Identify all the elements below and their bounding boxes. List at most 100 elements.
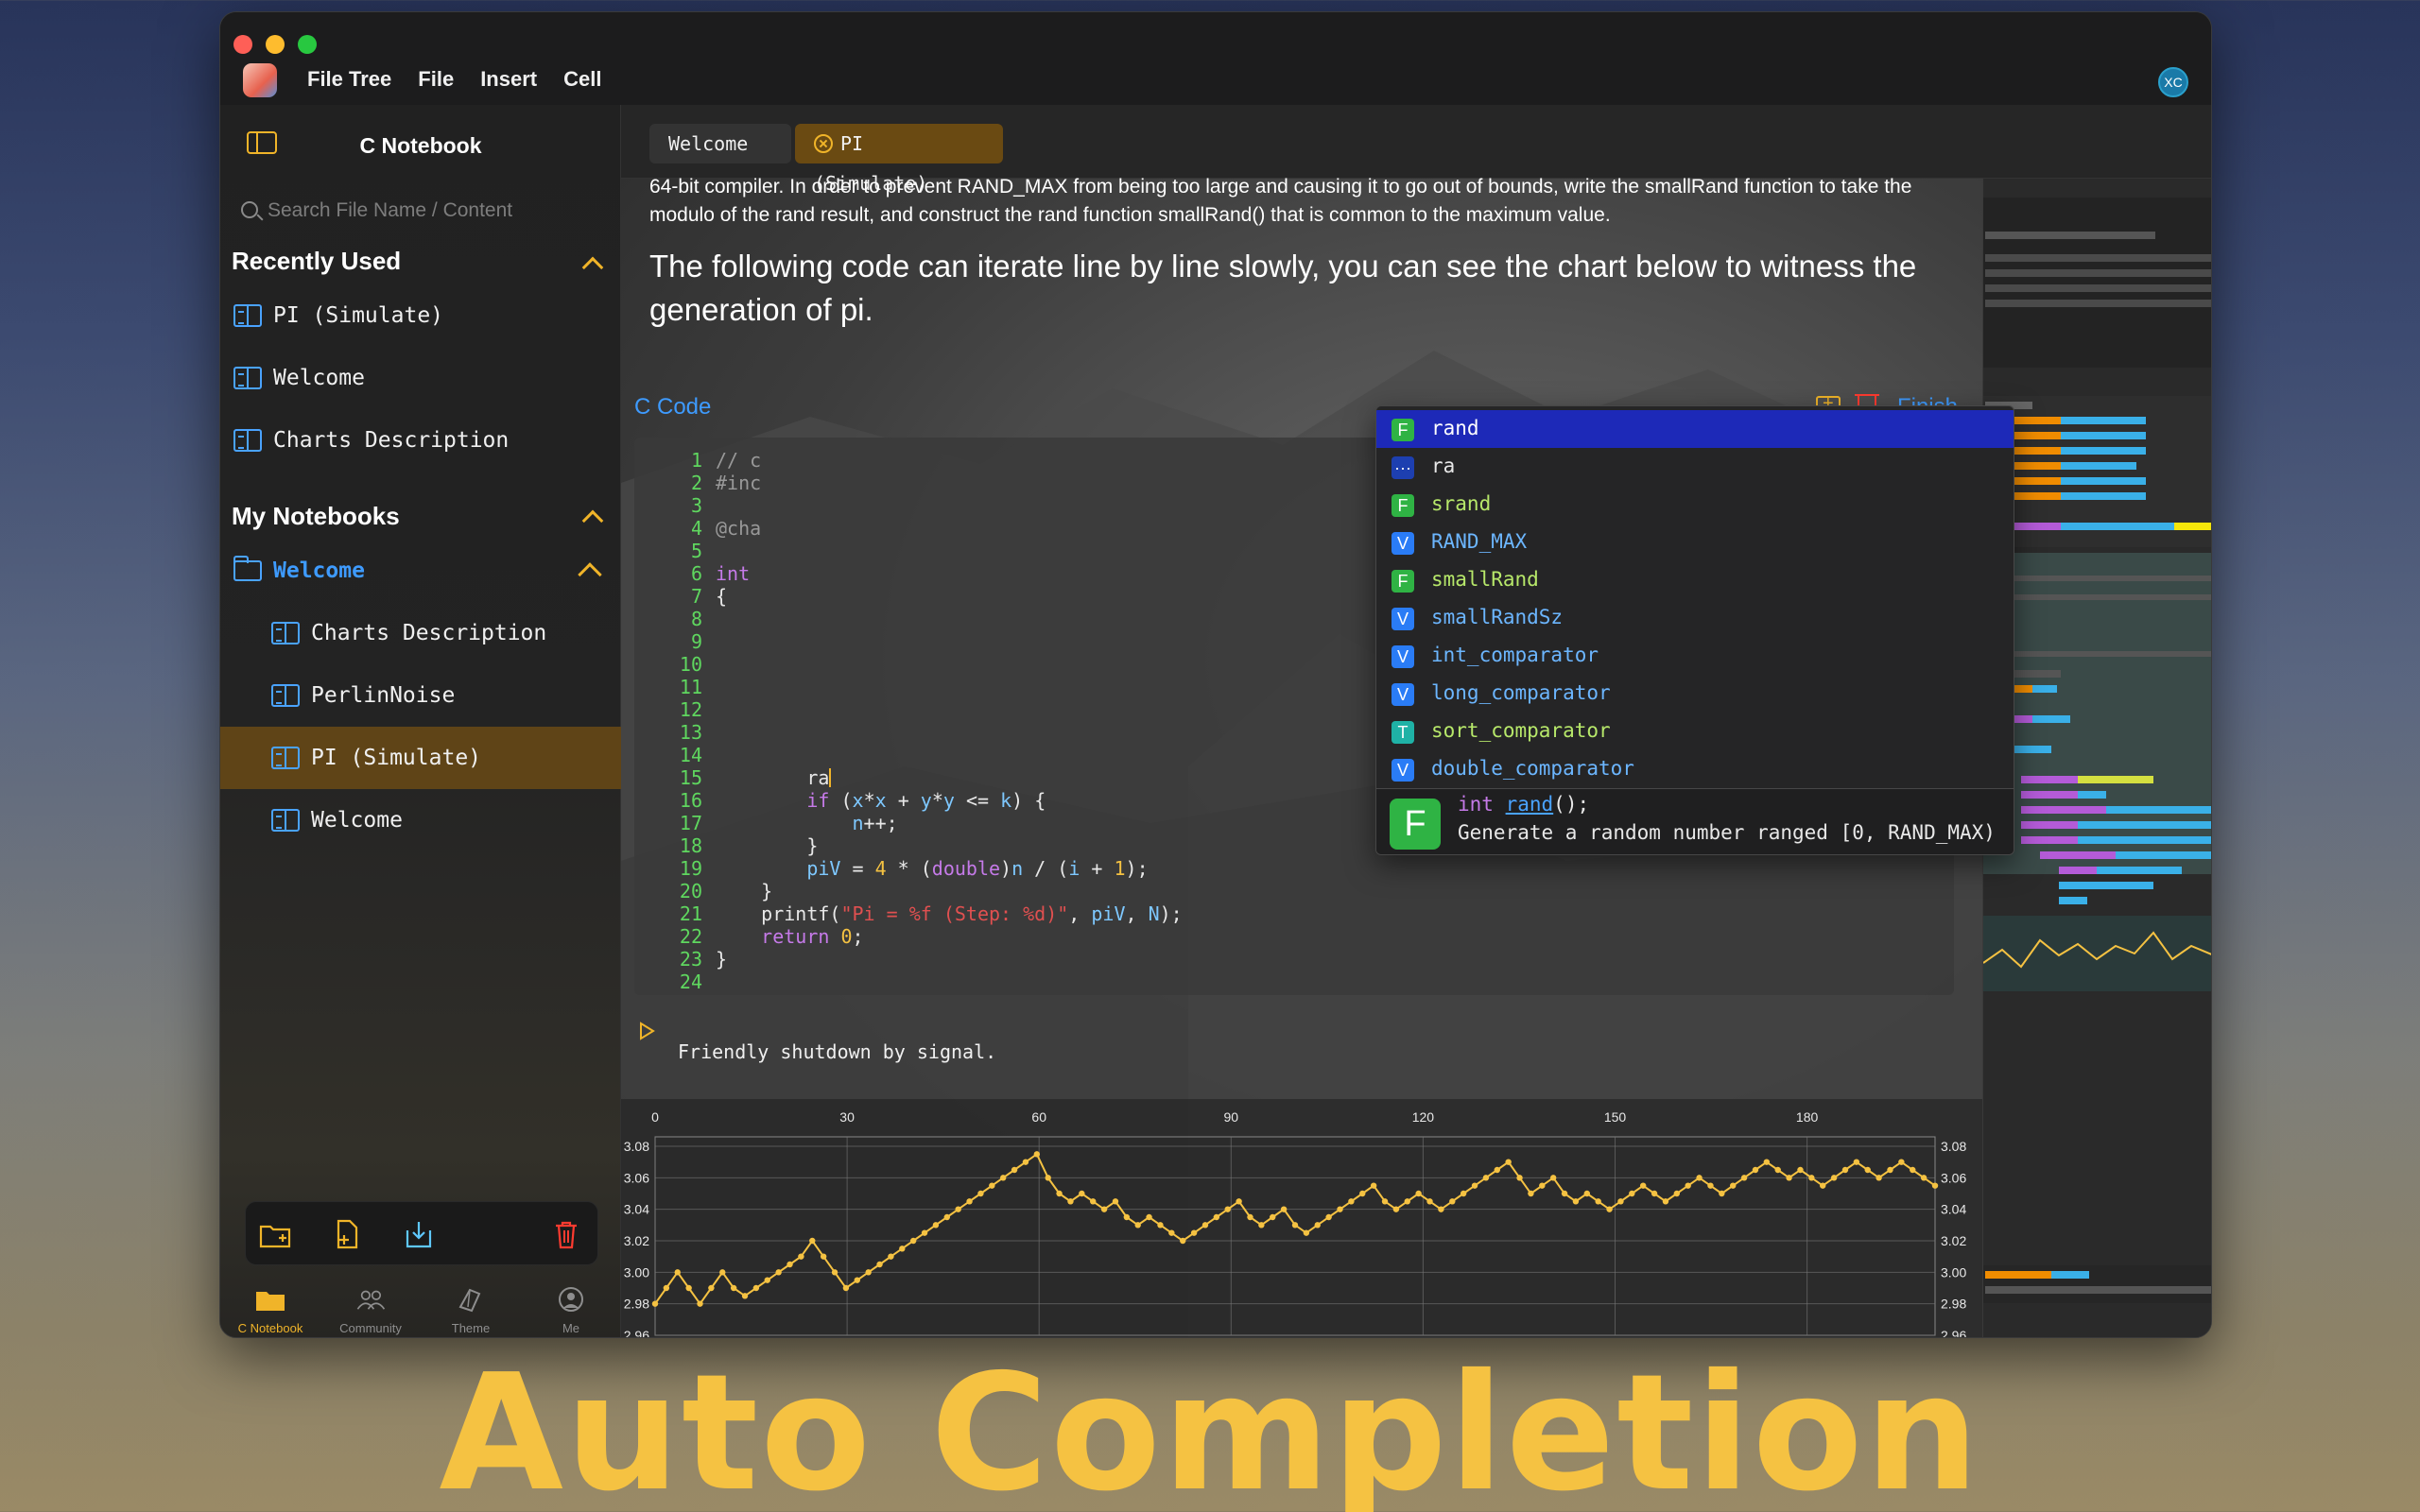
data-point bbox=[1730, 1182, 1737, 1189]
autocomplete-item-label: smallRandSz bbox=[1431, 606, 1564, 628]
data-point bbox=[651, 1300, 659, 1307]
code-text: #inc bbox=[716, 472, 762, 494]
data-point bbox=[685, 1284, 692, 1292]
app-logo-icon bbox=[243, 63, 277, 97]
notebook-item-pi-simulate[interactable]: PI (Simulate) bbox=[220, 727, 621, 789]
recent-item-charts-description[interactable]: Charts Description bbox=[233, 409, 509, 472]
data-point bbox=[1134, 1222, 1141, 1228]
chevron-up-icon[interactable] bbox=[581, 509, 604, 532]
data-point bbox=[1898, 1159, 1905, 1165]
tab-label: C Notebook bbox=[237, 1321, 303, 1335]
data-point bbox=[1392, 1206, 1400, 1212]
recent-item-welcome[interactable]: Welcome bbox=[233, 347, 365, 409]
line-number: 2 bbox=[690, 472, 702, 494]
autocomplete-item-label: sort_comparator bbox=[1431, 719, 1611, 742]
data-point bbox=[909, 1237, 917, 1245]
line-number: 15 bbox=[679, 766, 702, 789]
notebook-item-welcome[interactable]: Welcome bbox=[271, 789, 403, 851]
chevron-up-icon[interactable] bbox=[581, 256, 604, 279]
autocomplete-item-label: long_comparator bbox=[1431, 681, 1611, 704]
tab-community[interactable]: Community bbox=[320, 1280, 421, 1337]
autocomplete-item-label: double_comparator bbox=[1431, 757, 1634, 780]
notebook-item-perlinnoise[interactable]: PerlinNoise bbox=[271, 664, 455, 727]
tab-c-notebook[interactable]: C Notebook bbox=[220, 1280, 320, 1337]
zoom-window-button[interactable] bbox=[298, 35, 317, 54]
close-window-button[interactable] bbox=[233, 35, 252, 54]
x-tick-label: 150 bbox=[1604, 1109, 1627, 1125]
menu-file-tree[interactable]: File Tree bbox=[307, 67, 391, 92]
avatar[interactable]: XC bbox=[2158, 67, 2188, 97]
folder-welcome[interactable]: Welcome bbox=[233, 540, 612, 602]
search-input[interactable] bbox=[268, 198, 598, 224]
tab-welcome[interactable]: Welcome bbox=[649, 124, 791, 163]
recent-item-pi-simulate[interactable]: PI (Simulate) bbox=[233, 284, 443, 347]
autocomplete-item[interactable]: Vdouble_comparator bbox=[1376, 750, 2014, 788]
new-folder-icon[interactable] bbox=[259, 1219, 291, 1249]
autocomplete-item[interactable]: V RAND_MAX bbox=[1376, 524, 2014, 561]
data-point bbox=[764, 1277, 770, 1283]
tab-pi-simulate[interactable]: PI (Simulate) bbox=[795, 124, 1003, 195]
autocomplete-item[interactable]: FsmallRand bbox=[1376, 561, 2014, 599]
data-point bbox=[1876, 1175, 1882, 1181]
function-description: Generate a random number ranged [0, RAND… bbox=[1458, 821, 1996, 844]
trash-icon[interactable] bbox=[550, 1219, 582, 1249]
book-icon bbox=[271, 684, 300, 707]
y-tick-label-right: 3.04 bbox=[1941, 1202, 1966, 1217]
import-icon[interactable] bbox=[403, 1219, 435, 1249]
code-text: piV = 4 * (double)n / (i + 1); bbox=[806, 857, 1149, 880]
line-number: 17 bbox=[679, 812, 702, 834]
kind-badge-icon: ··· bbox=[1392, 456, 1414, 479]
data-point bbox=[1673, 1190, 1681, 1197]
minimize-window-button[interactable] bbox=[266, 35, 285, 54]
autocomplete-item[interactable]: Vint_comparator bbox=[1376, 637, 2014, 675]
data-point bbox=[888, 1253, 894, 1260]
data-point bbox=[1617, 1198, 1624, 1205]
kind-badge-icon: V bbox=[1392, 683, 1414, 706]
my-notebooks-title: My Notebooks bbox=[232, 502, 400, 530]
autocomplete-item[interactable]: Tsort_comparator bbox=[1376, 713, 2014, 750]
autocomplete-item[interactable]: Fsrand bbox=[1376, 486, 2014, 524]
book-icon bbox=[271, 809, 300, 832]
data-point bbox=[1438, 1206, 1444, 1212]
autocomplete-popup[interactable]: F int rand(); Generate a random number r… bbox=[1375, 405, 2014, 855]
menu-cell[interactable]: Cell bbox=[563, 67, 601, 92]
code-text: n++; bbox=[852, 812, 898, 834]
new-file-icon[interactable] bbox=[331, 1219, 363, 1249]
tab-theme[interactable]: Theme bbox=[421, 1280, 521, 1337]
kind-badge-icon: V bbox=[1392, 532, 1414, 555]
user-icon bbox=[559, 1287, 583, 1312]
menu-bar: File Tree File Insert Cell bbox=[307, 67, 628, 92]
tab-me[interactable]: Me bbox=[521, 1280, 621, 1337]
menu-file[interactable]: File bbox=[418, 67, 454, 92]
y-tick-label: 2.98 bbox=[624, 1297, 649, 1312]
close-tab-icon[interactable] bbox=[814, 134, 833, 153]
data-point bbox=[1910, 1166, 1916, 1174]
y-tick-label: 3.06 bbox=[624, 1170, 649, 1185]
data-point bbox=[786, 1261, 793, 1268]
data-point bbox=[708, 1284, 715, 1292]
autocomplete-item[interactable]: ··· ra bbox=[1376, 448, 2014, 486]
data-point bbox=[899, 1246, 906, 1252]
data-point bbox=[1404, 1198, 1410, 1205]
data-point bbox=[831, 1269, 838, 1276]
data-point bbox=[932, 1222, 940, 1228]
kind-badge-icon: F bbox=[1392, 419, 1414, 441]
line-number: 22 bbox=[679, 925, 702, 948]
data-point bbox=[1561, 1190, 1568, 1197]
autocomplete-item[interactable]: Frand bbox=[1376, 410, 2014, 448]
run-icon[interactable] bbox=[638, 1022, 655, 1040]
line-number: 18 bbox=[679, 834, 702, 857]
autocomplete-item[interactable]: Vlong_comparator bbox=[1376, 675, 2014, 713]
menu-insert[interactable]: Insert bbox=[480, 67, 537, 92]
x-tick-label: 30 bbox=[839, 1109, 855, 1125]
data-point bbox=[842, 1284, 850, 1292]
autocomplete-item[interactable]: VsmallRandSz bbox=[1376, 599, 2014, 637]
data-point bbox=[1763, 1159, 1771, 1165]
data-point bbox=[865, 1269, 872, 1276]
line-number: 24 bbox=[679, 971, 702, 993]
code-text: ra bbox=[716, 766, 832, 789]
data-point bbox=[1224, 1206, 1231, 1212]
notebook-item-charts-description[interactable]: Charts Description bbox=[271, 602, 546, 664]
line-number: 16 bbox=[679, 789, 702, 812]
notebook-item-label: Charts Description bbox=[311, 621, 547, 645]
